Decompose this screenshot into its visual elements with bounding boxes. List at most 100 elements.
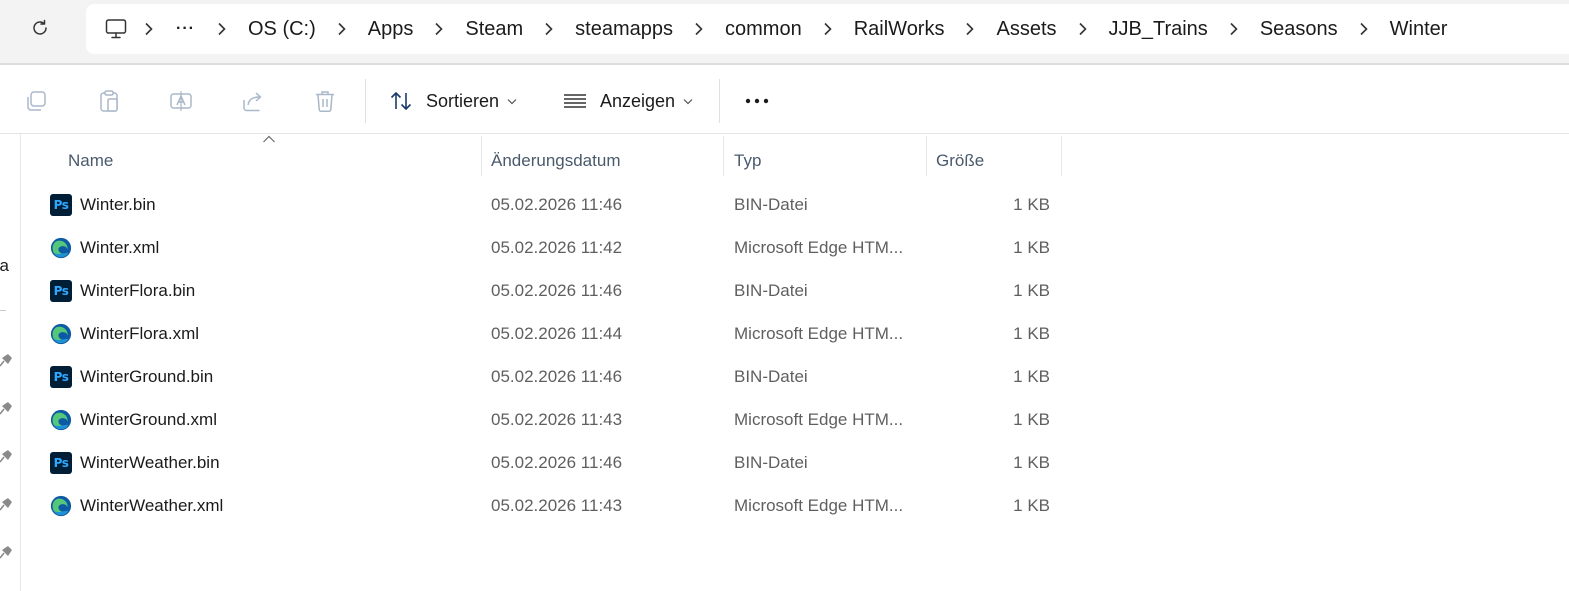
breadcrumb[interactable]: ··· OS (C:) Apps Steam steamapps common …	[86, 4, 1569, 54]
file-size: 1 KB	[1013, 195, 1050, 214]
breadcrumb-overflow[interactable]: ···	[176, 20, 195, 38]
column-resizer[interactable]	[926, 136, 927, 176]
file-row[interactable]: Ps WinterFlora.bin 05.02.2026 11:46 BIN-…	[40, 270, 1060, 313]
chevron-right-icon[interactable]	[1071, 22, 1095, 36]
rename-button[interactable]	[167, 87, 195, 115]
edge-file-icon	[50, 409, 72, 431]
chevron-right-icon[interactable]	[1222, 22, 1246, 36]
breadcrumb-item[interactable]: OS (C:)	[248, 18, 316, 41]
clipboard-icon	[100, 90, 118, 112]
column-header-type[interactable]: Typ	[734, 146, 761, 176]
more-options-button[interactable]	[741, 89, 773, 113]
refresh-icon	[33, 19, 47, 35]
column-resizer[interactable]	[481, 136, 482, 176]
chevron-right-icon[interactable]	[330, 22, 354, 36]
pin-icon	[0, 498, 12, 511]
delete-button[interactable]	[311, 87, 339, 115]
rename-icon	[170, 91, 192, 111]
chevron-right-icon[interactable]	[210, 22, 234, 36]
file-size: 1 KB	[1013, 453, 1050, 472]
file-row[interactable]: WinterGround.xml 05.02.2026 11:43 Micros…	[40, 399, 1060, 442]
file-type: BIN-Datei	[734, 453, 808, 472]
column-header-date[interactable]: Änderungsdatum	[491, 146, 620, 176]
file-size: 1 KB	[1013, 410, 1050, 429]
file-size: 1 KB	[1013, 496, 1050, 515]
file-type: BIN-Datei	[734, 281, 808, 300]
file-row[interactable]: WinterFlora.xml 05.02.2026 11:44 Microso…	[40, 313, 1060, 356]
edge-file-icon	[50, 237, 72, 259]
command-bar: Sortieren Anzeigen	[0, 65, 1569, 133]
more-dots-icon	[745, 98, 769, 104]
sort-button[interactable]: Sortieren	[388, 83, 517, 119]
file-type: Microsoft Edge HTM...	[734, 496, 904, 515]
breadcrumb-item[interactable]: Assets	[996, 18, 1056, 41]
photoshop-file-icon: Ps	[50, 280, 72, 302]
file-row[interactable]: Ps WinterWeather.bin 05.02.2026 11:46 BI…	[40, 442, 1060, 485]
refresh-button[interactable]	[22, 12, 58, 44]
chevron-right-icon[interactable]	[427, 22, 451, 36]
column-header-name[interactable]: Name	[68, 146, 113, 176]
chevron-right-icon[interactable]	[816, 22, 840, 36]
paste-button[interactable]	[95, 87, 123, 115]
column-header-size[interactable]: Größe	[936, 146, 984, 176]
file-name: WinterWeather.bin	[80, 453, 220, 472]
navigation-pane[interactable]: na	[0, 134, 21, 591]
file-row[interactable]: Ps WinterGround.bin 05.02.2026 11:46 BIN…	[40, 356, 1060, 399]
toolbar-divider	[365, 79, 366, 123]
sort-icon	[390, 92, 412, 110]
pin-icon	[0, 546, 12, 559]
breadcrumb-item[interactable]: steamapps	[575, 18, 673, 41]
breadcrumb-item[interactable]: Seasons	[1260, 18, 1338, 41]
breadcrumb-item[interactable]: Apps	[368, 18, 414, 41]
photoshop-file-icon: Ps	[50, 194, 72, 216]
file-name: WinterGround.bin	[80, 367, 214, 386]
copy-button[interactable]	[22, 87, 50, 115]
breadcrumb-item[interactable]: RailWorks	[854, 18, 945, 41]
chevron-right-icon[interactable]	[1352, 22, 1376, 36]
file-type: Microsoft Edge HTM...	[734, 238, 904, 257]
pin-icon	[0, 402, 12, 415]
file-size: 1 KB	[1013, 324, 1050, 343]
chevron-right-icon[interactable]	[958, 22, 982, 36]
chevron-down-icon	[683, 98, 693, 105]
breadcrumb-item[interactable]: Steam	[465, 18, 523, 41]
file-date: 05.02.2026 11:46	[491, 453, 623, 472]
file-type: BIN-Datei	[734, 195, 808, 214]
share-icon	[243, 92, 262, 112]
edge-file-icon	[50, 323, 72, 345]
chevron-down-icon	[507, 98, 517, 105]
file-date: 05.02.2026 11:42	[491, 238, 623, 257]
file-name: WinterFlora.xml	[80, 324, 200, 343]
breadcrumb-item-current[interactable]: Winter	[1390, 18, 1448, 41]
column-resizer[interactable]	[723, 136, 724, 176]
list-view-icon	[564, 94, 586, 108]
file-type: Microsoft Edge HTM...	[734, 410, 904, 429]
file-date: 05.02.2026 11:46	[491, 367, 623, 386]
sort-label: Sortieren	[426, 90, 500, 111]
file-date: 05.02.2026 11:43	[491, 496, 623, 515]
divider	[0, 133, 1569, 134]
column-resizer[interactable]	[1061, 136, 1062, 176]
edge-file-icon	[50, 495, 72, 517]
sort-ascending-icon	[263, 135, 275, 143]
breadcrumb-item[interactable]: common	[725, 18, 802, 41]
view-button[interactable]: Anzeigen	[562, 83, 693, 119]
chevron-right-icon[interactable]	[137, 22, 161, 36]
file-name: Winter.bin	[80, 195, 156, 214]
share-button[interactable]	[239, 87, 267, 115]
photoshop-file-icon: Ps	[50, 452, 72, 474]
this-pc-crumb[interactable]	[104, 17, 128, 41]
breadcrumb-item[interactable]: JJB_Trains	[1109, 18, 1208, 41]
copy-icon	[27, 91, 46, 111]
file-name: Winter.xml	[80, 238, 160, 257]
chevron-right-icon[interactable]	[687, 22, 711, 36]
file-row[interactable]: Winter.xml 05.02.2026 11:42 Microsoft Ed…	[40, 227, 1060, 270]
file-name: WinterFlora.bin	[80, 281, 196, 300]
file-row[interactable]: WinterWeather.xml 05.02.2026 11:43 Micro…	[40, 485, 1060, 528]
file-type: Microsoft Edge HTM...	[734, 324, 904, 343]
nav-item-label[interactable]: na	[0, 256, 9, 276]
chevron-right-icon[interactable]	[537, 22, 561, 36]
file-row[interactable]: Ps Winter.bin 05.02.2026 11:46 BIN-Datei…	[40, 184, 1060, 227]
file-name: WinterWeather.xml	[80, 496, 224, 515]
toolbar-divider	[719, 79, 720, 123]
